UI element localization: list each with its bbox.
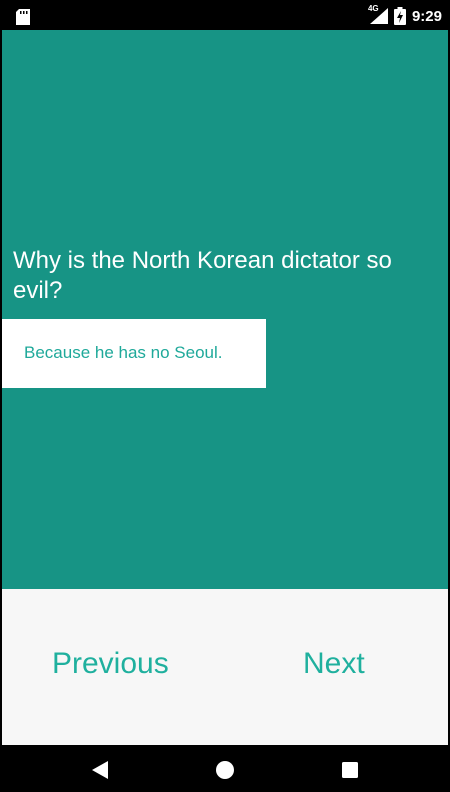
status-bar: 4G 9:29 — [2, 2, 448, 30]
back-icon[interactable] — [92, 761, 108, 779]
signal-icon: 4G — [368, 4, 388, 24]
flashcard-area: Why is the North Korean dictator so evil… — [2, 30, 448, 589]
navigation-buttons: Previous Next — [2, 589, 448, 745]
sd-card-icon — [16, 9, 30, 25]
system-nav-bar — [2, 745, 448, 790]
answer-card[interactable]: Because he has no Seoul. — [2, 319, 266, 388]
recents-icon[interactable] — [342, 762, 358, 778]
home-icon[interactable] — [216, 761, 234, 779]
clock: 9:29 — [411, 7, 442, 25]
answer-text: Because he has no Seoul. — [24, 343, 223, 362]
network-type-label: 4G — [367, 4, 379, 13]
next-button[interactable]: Next — [303, 647, 365, 681]
phone-screen: 4G 9:29 Why is the North Korean dictator… — [0, 0, 450, 792]
battery-charging-icon — [393, 7, 406, 25]
status-indicators: 4G 9:29 — [368, 4, 442, 26]
previous-button[interactable]: Previous — [52, 647, 169, 681]
question-text: Why is the North Korean dictator so evil… — [13, 247, 392, 304]
